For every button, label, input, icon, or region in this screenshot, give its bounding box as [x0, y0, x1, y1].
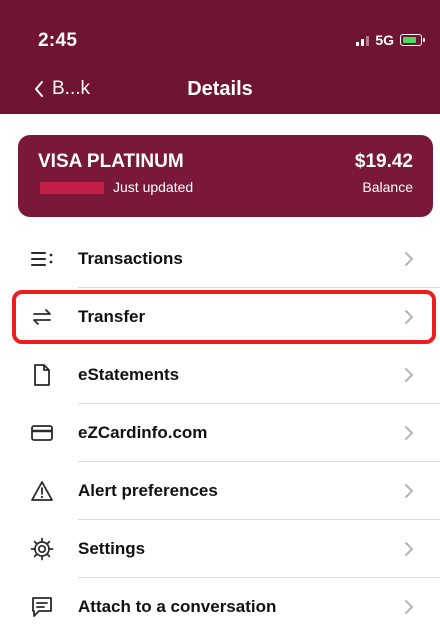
credit-card-icon — [31, 425, 53, 441]
chevron-right-icon — [405, 426, 413, 440]
chevron-right-icon — [405, 252, 413, 266]
gear-icon — [30, 537, 54, 561]
menu-item-settings[interactable]: Settings — [0, 520, 440, 578]
battery-icon — [400, 34, 425, 46]
network-label: 5G — [375, 32, 394, 48]
account-card[interactable]: VISA PLATINUM Just updated $19.42 Balanc… — [18, 135, 433, 217]
signal-icon — [356, 34, 370, 46]
menu-item-label: eZCardinfo.com — [78, 423, 208, 442]
menu-item-label: Alert preferences — [78, 481, 218, 500]
chevron-right-icon — [405, 310, 413, 324]
menu-item-label: Attach to a conversation — [78, 597, 277, 616]
menu-item-alert-preferences[interactable]: Alert preferences — [0, 462, 440, 520]
chat-icon — [32, 597, 52, 617]
details-menu: Transactions Transfer eStatements eZCard… — [0, 230, 440, 636]
status-indicators: 5G — [356, 32, 425, 48]
menu-item-label: eStatements — [78, 365, 180, 384]
menu-item-label: Transactions — [78, 249, 183, 268]
card-balance-label: Balance — [362, 179, 413, 195]
document-icon — [34, 364, 50, 386]
page-title: Details — [187, 78, 253, 100]
card-name: VISA PLATINUM — [38, 151, 184, 172]
card-balance: $19.42 — [354, 151, 413, 172]
list-icon — [31, 252, 53, 266]
status-time: 2:45 — [38, 30, 78, 51]
menu-item-estatements[interactable]: eStatements — [0, 346, 440, 404]
menu-item-attach-conversation[interactable]: Attach to a conversation — [0, 578, 440, 636]
menu-item-ezcardinfo[interactable]: eZCardinfo.com — [0, 404, 440, 462]
card-updated-status: Just updated — [113, 179, 194, 195]
menu-item-label: Transfer — [78, 307, 146, 326]
highlight-box — [12, 290, 436, 344]
redacted-account-number — [40, 182, 104, 194]
chevron-right-icon — [405, 368, 413, 382]
transfer-arrows-icon — [33, 309, 51, 325]
menu-item-transfer[interactable]: Transfer — [0, 288, 440, 346]
chevron-right-icon — [405, 542, 413, 556]
menu-item-transactions[interactable]: Transactions — [0, 230, 440, 288]
app-header: 2:45 5G B...k Details — [0, 0, 440, 114]
menu-item-label: Settings — [78, 539, 146, 558]
chevron-right-icon — [405, 484, 413, 498]
chevron-right-icon — [405, 600, 413, 614]
warning-icon — [31, 481, 53, 501]
